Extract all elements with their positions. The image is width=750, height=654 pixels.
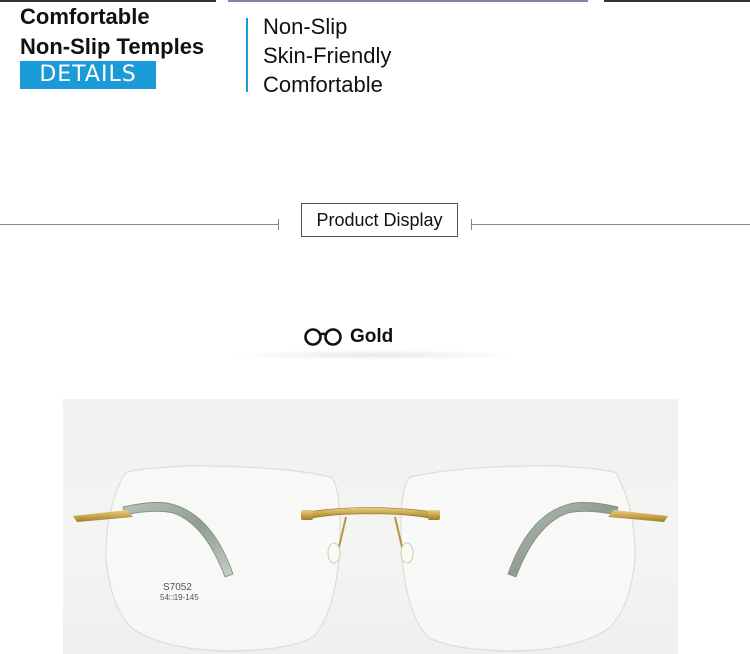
right-nose-pad [400, 542, 414, 564]
section-title: Product Display [301, 203, 458, 237]
glasses-icon [303, 326, 343, 348]
bridge-left-lug [301, 510, 313, 520]
product-photo: S7052 54□19-145 [63, 399, 678, 654]
bridge-right-lug [428, 510, 440, 520]
feature-item: Non-Slip [263, 14, 348, 39]
section-tick-right [471, 219, 472, 230]
color-label: Gold [303, 324, 393, 350]
left-nose-pad [327, 542, 341, 564]
headline-line-2: Non-Slip Temples [20, 34, 205, 59]
headline-line-1: Comfortable [20, 4, 150, 29]
size-spec: 54□19-145 [160, 593, 199, 602]
top-rule-right [604, 0, 750, 2]
label-shadow [228, 350, 522, 360]
section-tick-left [278, 219, 279, 230]
model-number: S7052 [163, 582, 192, 593]
section-line-left [0, 224, 279, 225]
feature-list: Non-Slip Skin-Friendly Comfortable [263, 12, 391, 99]
feature-item: Skin-Friendly [263, 43, 392, 68]
color-name: Gold [350, 326, 394, 347]
vertical-divider [246, 18, 248, 92]
top-rule-middle [228, 0, 588, 2]
headline: Comfortable Non-Slip Temples [20, 2, 204, 62]
feature-item: Comfortable [263, 72, 383, 97]
section-line-right [471, 224, 750, 225]
details-badge: DETAILS [20, 61, 156, 89]
